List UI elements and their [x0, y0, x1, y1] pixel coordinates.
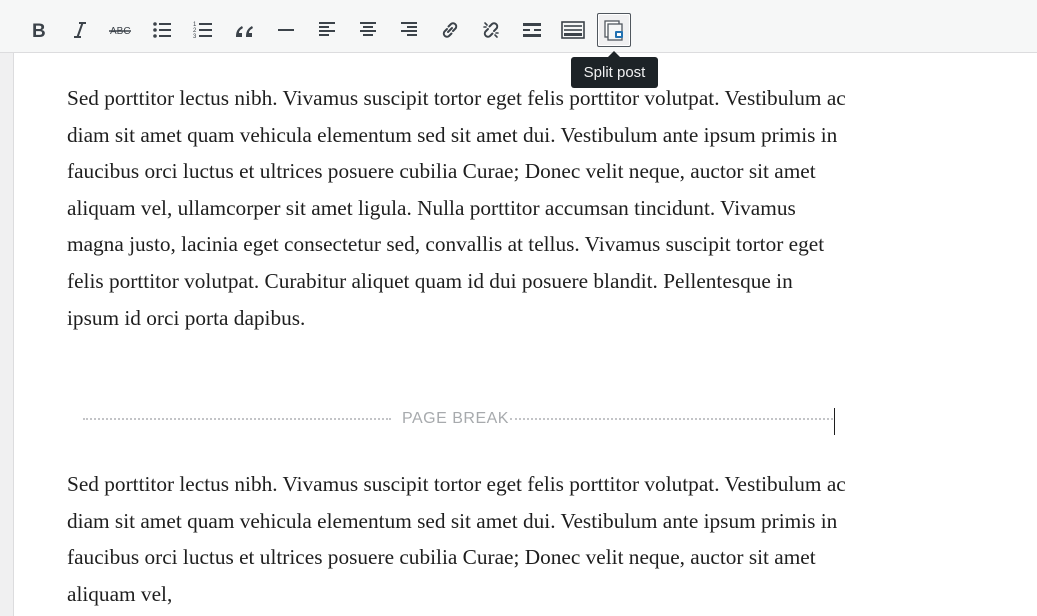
align-right-icon	[401, 22, 417, 36]
blockquote-button[interactable]	[228, 13, 262, 47]
insert-link-button[interactable]	[433, 13, 467, 47]
blockquote-icon	[236, 26, 253, 37]
editor-toolbar: B ABC 1 2 3	[0, 0, 1037, 53]
svg-text:B: B	[32, 21, 46, 40]
link-icon	[442, 22, 458, 38]
horizontal-line-icon	[278, 29, 294, 31]
strikethrough-icon: ABC	[109, 26, 131, 37]
paragraph-2[interactable]: Sed porttitor lectus nibh. Vivamus susci…	[67, 466, 847, 612]
unlink-icon	[483, 22, 499, 38]
align-left-button[interactable]	[310, 13, 344, 47]
paragraph-1[interactable]: Sed porttitor lectus nibh. Vivamus susci…	[67, 80, 847, 336]
page-break-line-left	[83, 418, 391, 420]
page-break-label: PAGE BREAK	[402, 410, 509, 427]
split-post-button[interactable]	[597, 13, 631, 47]
bulleted-list-icon	[153, 22, 171, 38]
text-caret	[834, 408, 835, 435]
align-center-icon	[360, 22, 376, 36]
split-post-icon	[604, 20, 623, 41]
numbered-list-button[interactable]: 1 2 3	[186, 13, 220, 47]
numbered-list-icon: 1 2 3	[193, 22, 212, 40]
italic-icon	[74, 22, 86, 38]
align-center-button[interactable]	[351, 13, 385, 47]
align-left-icon	[319, 22, 335, 36]
svg-text:3: 3	[193, 34, 197, 40]
bulleted-list-button[interactable]	[145, 13, 179, 47]
italic-button[interactable]	[63, 13, 97, 47]
read-more-icon	[523, 23, 541, 37]
bold-icon: B	[32, 21, 46, 40]
keyboard-icon	[561, 21, 585, 39]
horizontal-line-button[interactable]	[269, 13, 303, 47]
page-break[interactable]: PAGE BREAK	[83, 408, 833, 430]
page-break-line-right	[510, 418, 833, 420]
toolbar-toggle-button[interactable]	[556, 13, 590, 47]
remove-link-button[interactable]	[474, 13, 508, 47]
read-more-button[interactable]	[515, 13, 549, 47]
bold-button[interactable]: B	[22, 13, 56, 47]
align-right-button[interactable]	[392, 13, 426, 47]
strikethrough-button[interactable]: ABC	[103, 13, 137, 47]
